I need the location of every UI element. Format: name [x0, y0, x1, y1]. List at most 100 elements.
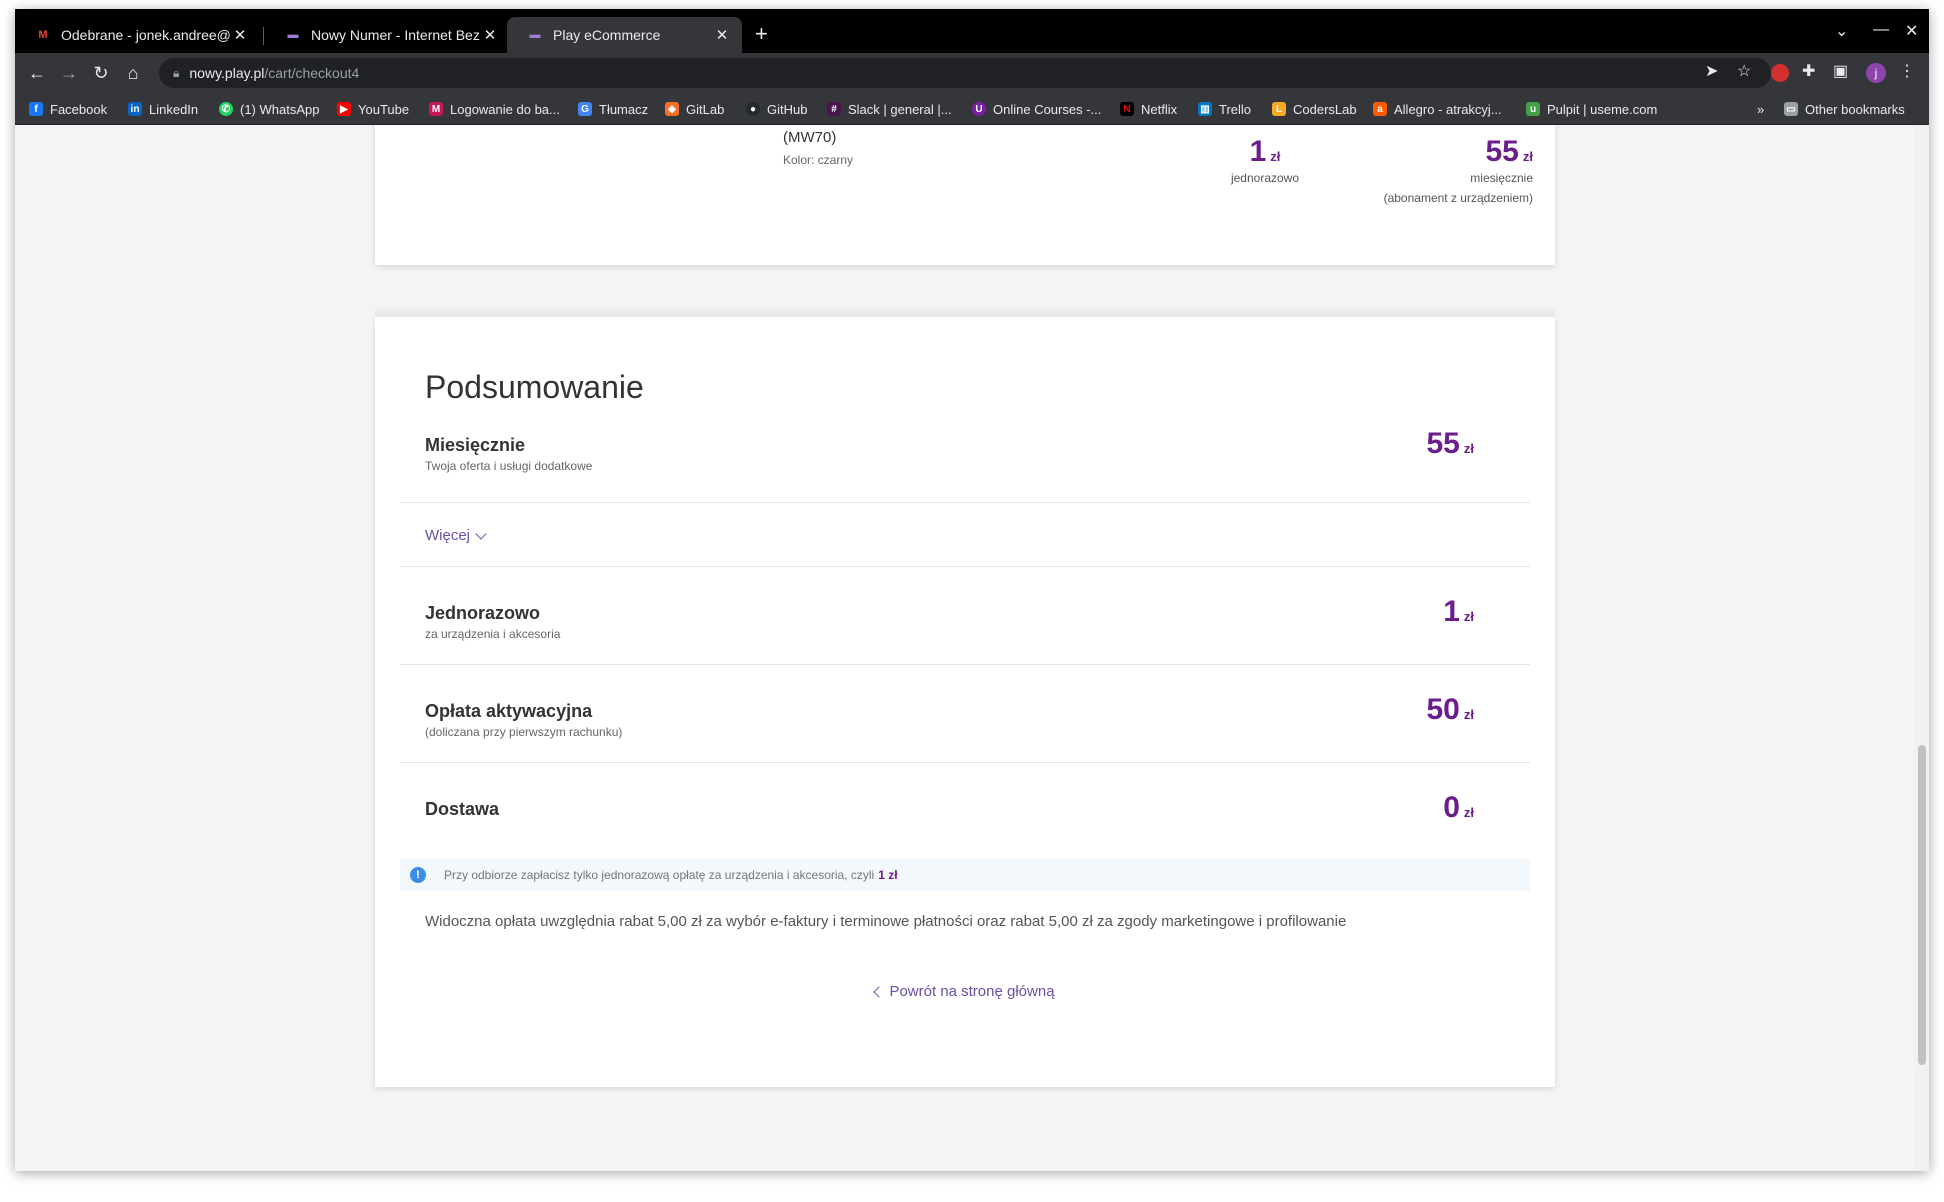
price-number: 55 [1426, 427, 1460, 460]
price-unit: zł [1270, 149, 1281, 164]
tab-nowy-numer[interactable]: ▬ Nowy Numer - Internet Bezpr ✕ [265, 17, 510, 53]
browser-window: M Odebrane - jonek.andree@gm ✕ ▬ Nowy Nu… [15, 9, 1929, 1171]
home-icon[interactable]: ⌂ [121, 61, 145, 85]
tab-gmail[interactable]: M Odebrane - jonek.andree@gm ✕ [15, 17, 260, 53]
row-value: 50 zł [1334, 693, 1475, 727]
info-amount: 1 zł [878, 868, 898, 882]
gmail-icon: M [38, 29, 48, 41]
row-value: 1 zł [1334, 595, 1474, 629]
discount-disclaimer: Widoczna opłata uwzględnia rabat 5,00 zł… [425, 913, 1347, 930]
url-path: /cart/checkout4 [264, 65, 360, 81]
price-note: (abonament z urządzeniem) [1383, 191, 1533, 205]
useme-icon: u [1526, 102, 1540, 116]
side-panel-icon[interactable]: ▣ [1833, 61, 1848, 81]
bookmark-coderslab[interactable]: L CodersLab [1272, 99, 1357, 119]
summary-title: Podsumowanie [425, 369, 644, 405]
row-label: Miesięcznie [425, 435, 526, 455]
chevron-left-icon [873, 986, 886, 998]
folder-icon: ▭ [1784, 102, 1798, 116]
linkedin-icon: in [128, 102, 142, 116]
bookmark-linkedin[interactable]: in LinkedIn [128, 99, 198, 119]
play-icon: ▬ [287, 29, 299, 41]
whatsapp-icon: ✆ [219, 102, 233, 116]
other-bookmarks[interactable]: ▭ Other bookmarks [1784, 99, 1905, 119]
bookmarks-bar: f Facebook in LinkedIn ✆ (1) WhatsApp ▶ YouT… [15, 93, 1929, 125]
price-unit: zł [1463, 609, 1474, 624]
bookmark-facebook[interactable]: f Facebook [29, 99, 107, 119]
tab-separator [263, 27, 264, 45]
product-card: (MW70) Kolor: czarny 1 zł jednorazowo 55 z… [375, 125, 1555, 265]
back-link-label: Powrót na stronę główną [889, 983, 1055, 1000]
bookmark-netflix[interactable]: N Netflix [1120, 99, 1177, 119]
back-to-home-link[interactable]: Powrót na stronę główną [375, 983, 1555, 1000]
gitlab-icon: ◆ [665, 102, 679, 116]
row-label: Jednorazowo [425, 603, 541, 623]
more-bookmarks-icon[interactable]: » [1757, 99, 1764, 119]
menu-icon[interactable]: ⋮ [1899, 61, 1915, 81]
reload-icon[interactable]: ↻ [89, 61, 113, 85]
trello-icon: ▥ [1198, 102, 1212, 116]
bookmark-github[interactable]: ● GitHub [746, 99, 807, 119]
bookmark-trello[interactable]: ▥ Trello [1198, 99, 1251, 119]
close-icon[interactable]: ✕ [480, 26, 500, 44]
github-icon: ● [746, 102, 760, 116]
price-label: miesięcznie [1470, 171, 1533, 185]
slack-icon: # [827, 102, 841, 116]
address-bar[interactable]: 🔒︎ nowy.play.pl /cart/checkout4 [159, 58, 1771, 88]
tab-play-ecommerce[interactable]: ▬ Play eCommerce ✕ [507, 17, 742, 53]
close-icon[interactable]: ✕ [712, 26, 732, 44]
bookmark-label: Netflix [1141, 101, 1178, 117]
extension-icon[interactable] [1771, 64, 1789, 82]
row-desc: (doliczana przy pierwszym rachunku) [425, 725, 623, 739]
summary-divider [400, 503, 1530, 567]
star-icon[interactable]: ☆ [1737, 61, 1751, 81]
product-name: (MW70) [783, 129, 837, 146]
bookmark-online-courses[interactable]: U Online Courses -... [972, 99, 1101, 119]
profile-avatar[interactable]: j [1866, 63, 1886, 83]
product-color: Kolor: czarny [783, 153, 854, 167]
bookmark-label: Tłumacz [599, 101, 649, 117]
summary-card: Podsumowanie Miesięcznie Twoja oferta i … [375, 305, 1555, 1087]
minimize-icon[interactable]: — [1873, 21, 1889, 39]
scrollbar[interactable] [1914, 125, 1929, 1171]
bookmark-useme[interactable]: u Pulpit | useme.com [1526, 99, 1657, 119]
bookmark-allegro[interactable]: a Allegro - atrakcyj... [1373, 99, 1502, 119]
bookmark-label: Allegro - atrakcyj... [1394, 101, 1502, 117]
info-icon: ! [410, 867, 426, 883]
bookmark-label: Pulpit | useme.com [1547, 101, 1658, 117]
row-value: 55 zł [1334, 427, 1475, 461]
bookmark-label: Facebook [50, 101, 108, 117]
back-icon[interactable]: ← [25, 61, 49, 85]
bookmark-label: Trello [1219, 101, 1252, 117]
translate-icon: G [578, 102, 592, 116]
bookmark-youtube[interactable]: ▶ YouTube [337, 99, 409, 119]
bookmark-logowanie[interactable]: M Logowanie do ba... [429, 99, 560, 119]
bookmark-whatsapp[interactable]: ✆ (1) WhatsApp [219, 99, 319, 119]
summary-row-monthly: Miesięcznie Twoja oferta i usługi dodatk… [400, 427, 1530, 503]
bookmark-gitlab[interactable]: ◆ GitLab [665, 99, 724, 119]
price-number: 55 [1485, 135, 1519, 168]
forward-icon[interactable]: → [57, 61, 81, 85]
puzzle-icon[interactable]: ✚ [1802, 61, 1815, 81]
price-number: 0 [1443, 791, 1460, 824]
new-tab-button[interactable]: + [755, 23, 768, 45]
tab-search-icon[interactable]: ⌄ [1835, 21, 1848, 41]
bookmark-label: Other bookmarks [1805, 101, 1905, 117]
price-unit: zł [1522, 149, 1533, 164]
info-bar: ! Przy odbiorze zapłacisz tylko jednoraz… [400, 859, 1530, 891]
price-unit: zł [1463, 441, 1474, 456]
price-number: 1 [1249, 135, 1267, 168]
price-unit: zł [1463, 707, 1474, 722]
lock-icon: 🔒︎ [173, 65, 180, 80]
close-window-icon[interactable]: ✕ [1905, 21, 1918, 41]
bookmark-tlumacz[interactable]: G Tłumacz [578, 99, 648, 119]
send-icon[interactable]: ➤ [1705, 61, 1718, 81]
bookmark-label: (1) WhatsApp [240, 101, 320, 117]
row-label: Opłata aktywacyjna [425, 701, 593, 721]
scrollbar-thumb[interactable] [1918, 745, 1926, 1065]
tab-title: Nowy Numer - Internet Bezpr [311, 27, 480, 43]
price-number: 50 [1426, 693, 1460, 726]
bookmark-slack[interactable]: # Slack | general |... [827, 99, 952, 119]
close-icon[interactable]: ✕ [230, 26, 250, 44]
summary-row-activation: Opłata aktywacyjna (doliczana przy pierw… [400, 665, 1530, 763]
